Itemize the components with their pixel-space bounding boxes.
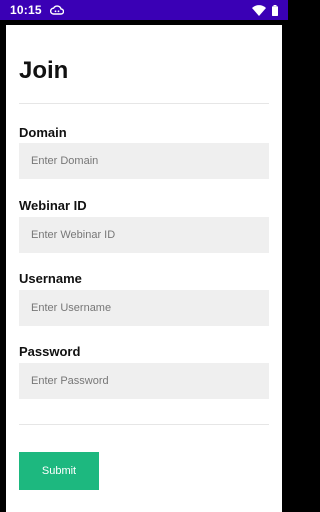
wifi-icon (252, 4, 266, 16)
status-icons (252, 4, 278, 16)
status-bar: 10:15 (0, 0, 288, 20)
page-title: Join (19, 57, 69, 84)
join-form: Join Domain Webinar ID Username Password… (6, 25, 282, 512)
divider (19, 424, 269, 425)
submit-button[interactable]: Submit (19, 452, 99, 490)
cloud-icon (49, 5, 64, 15)
domain-label: Domain (19, 125, 67, 140)
battery-icon (272, 4, 278, 16)
domain-input[interactable] (19, 143, 269, 179)
username-input[interactable] (19, 290, 269, 326)
username-label: Username (19, 271, 82, 286)
divider (19, 103, 269, 104)
webinar-id-input[interactable] (19, 217, 269, 253)
password-input[interactable] (19, 363, 269, 399)
password-label: Password (19, 344, 81, 359)
status-time: 10:15 (10, 3, 42, 17)
webinar-id-label: Webinar ID (19, 198, 87, 213)
